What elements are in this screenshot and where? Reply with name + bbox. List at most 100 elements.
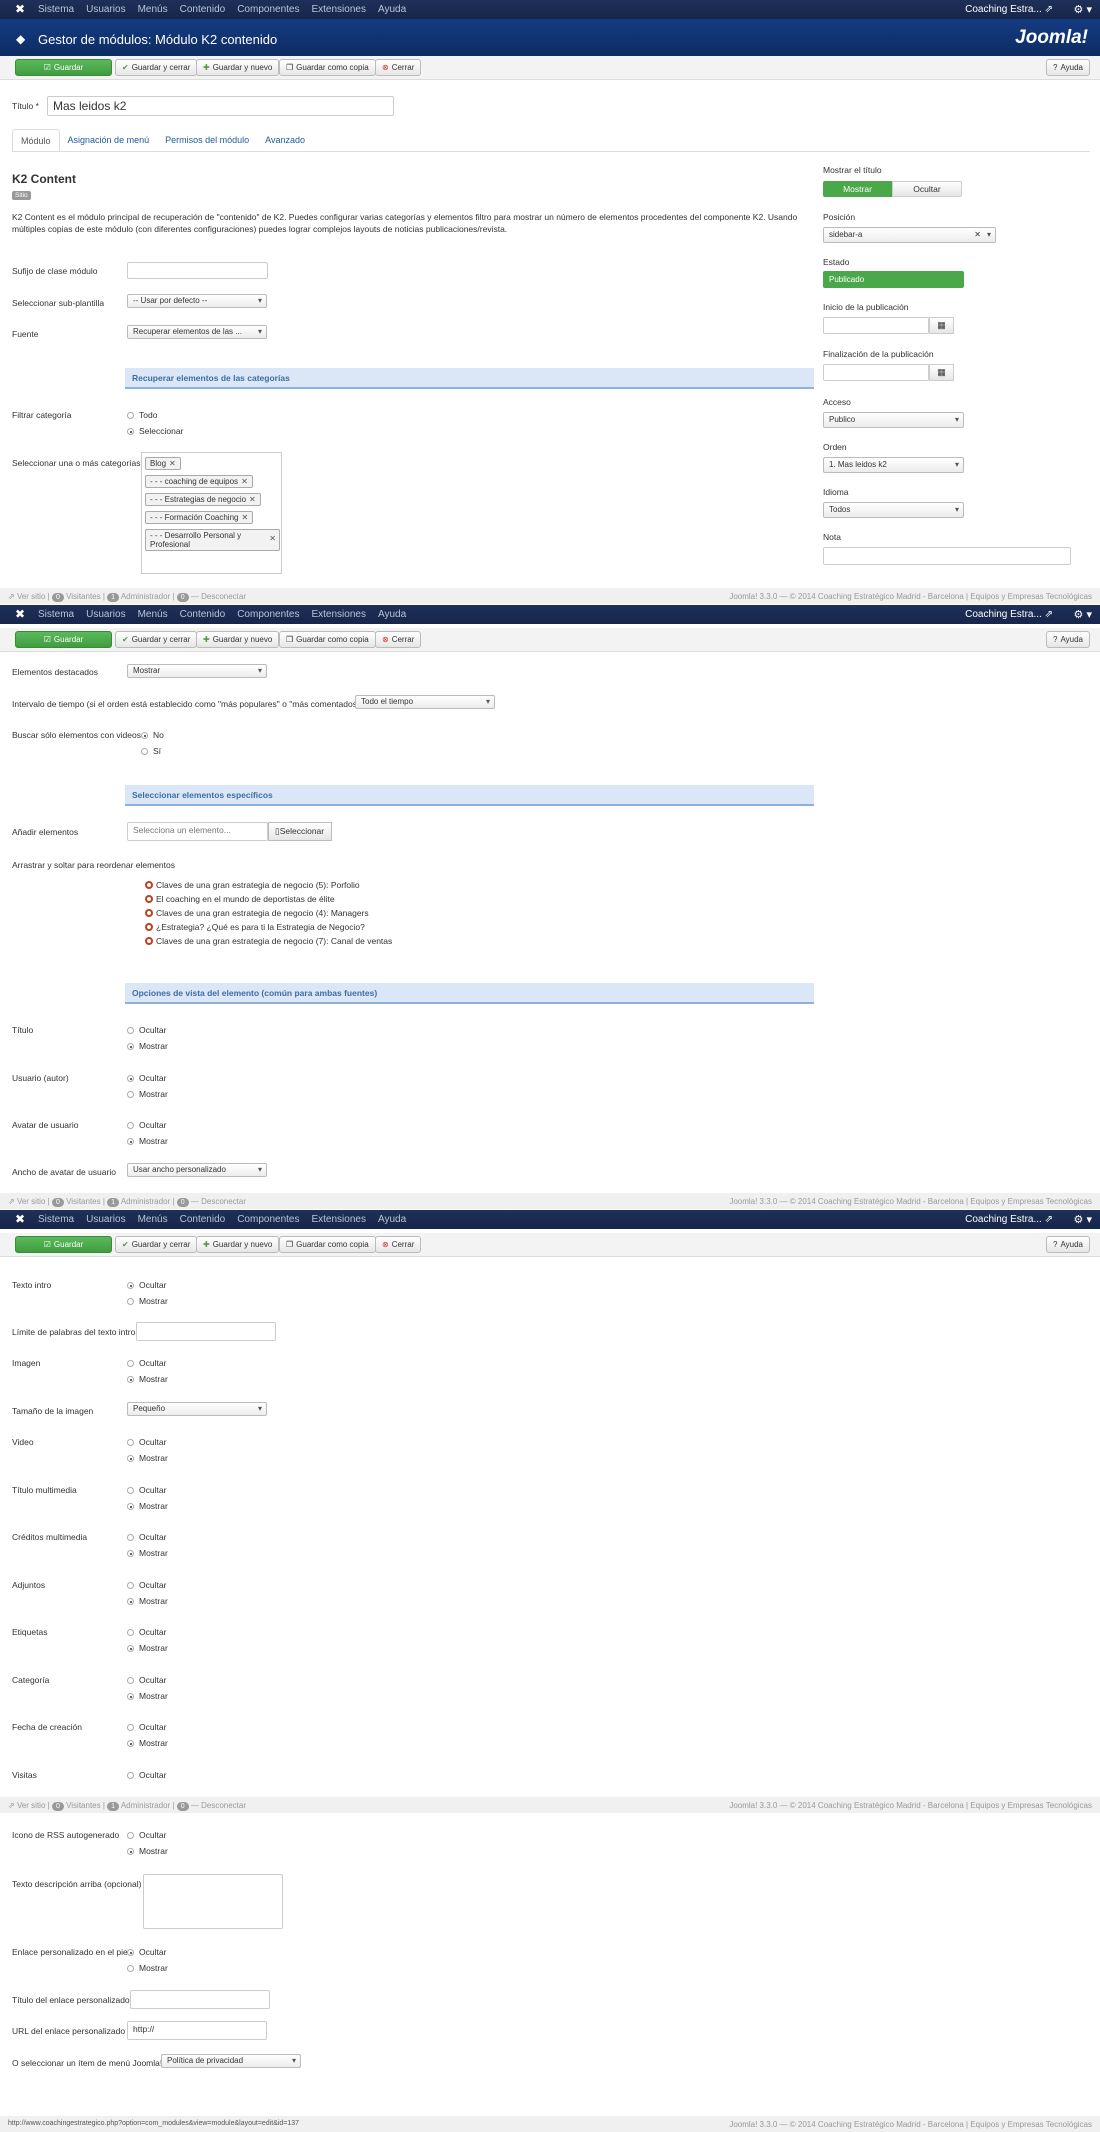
category-tag[interactable]: - - - Desarrollo Personal y Profesional ✕ [145,529,280,551]
category-tag[interactable]: - - - coaching de equipos ✕ [145,475,253,488]
view-site-link[interactable]: ⇗ Ver sitio [8,1197,45,1206]
menu-ayuda[interactable]: Ayuda [378,609,406,620]
joomla-icon[interactable]: ✖ [15,608,27,620]
menu-sistema[interactable]: Sistema [38,609,74,620]
save-new-button[interactable]: ✚ Guardar y nuevo [196,631,280,648]
sortable-item[interactable]: El coaching en el mundo de deportistas d… [145,894,335,904]
clear-icon[interactable]: ✕ [974,228,981,242]
attachments-show-radio[interactable]: Mostrar [127,1596,168,1606]
menu-componentes[interactable]: Componentes [237,4,299,15]
menu-extensiones[interactable]: Extensiones [311,1214,365,1225]
video-show-radio[interactable]: Mostrar [127,1453,168,1463]
tags-show-radio[interactable]: Mostrar [127,1643,168,1653]
title-input[interactable]: Mas leidos k2 [47,96,394,116]
save-button[interactable]: ☑ Guardar [15,59,112,76]
sortable-item[interactable]: Claves de una gran estrategia de negocio… [145,908,369,918]
menu-sistema[interactable]: Sistema [38,4,74,15]
videos-yes-radio[interactable]: Sí [141,746,161,756]
logout-link[interactable]: Desconectar [201,1197,246,1206]
user-hide-radio[interactable]: Ocultar [127,1073,166,1083]
remove-icon[interactable]: ✕ [241,513,248,522]
link-url-input[interactable]: http:// [127,2021,267,2040]
avatar-hide-radio[interactable]: Ocultar [127,1120,166,1130]
save-button[interactable]: ☑ Guardar [15,1236,112,1253]
start-date-input[interactable] [823,317,929,334]
image-hide-radio[interactable]: Ocultar [127,1358,166,1368]
menu-menus[interactable]: Menús [138,1214,168,1225]
remove-item-icon[interactable] [145,881,153,889]
save-new-button[interactable]: ✚ Guardar y nuevo [196,59,280,76]
order-select[interactable]: 1. Mas leidos k2 [823,457,964,473]
help-button[interactable]: ? Ayuda [1046,59,1090,76]
save-copy-button[interactable]: ❐ Guardar como copia [279,631,376,648]
attachments-hide-radio[interactable]: Ocultar [127,1580,166,1590]
add-items-input[interactable]: Selecciona un elemento... [127,822,268,841]
remove-icon[interactable]: ✕ [169,459,176,468]
image-size-select[interactable]: Pequeño [127,1402,267,1416]
select-item-button[interactable]: ▯Seleccionar [268,822,332,841]
tab-avanzado[interactable]: Avanzado [257,129,313,152]
rss-show-radio[interactable]: Mostrar [127,1846,168,1856]
filter-select-radio[interactable]: Seleccionar [127,426,183,436]
source-select[interactable]: Recuperar elementos de las ... [127,325,267,339]
menu-extensiones[interactable]: Extensiones [311,4,365,15]
link-title-input[interactable] [130,1990,270,2009]
media-title-hide-radio[interactable]: Ocultar [127,1485,166,1495]
save-button[interactable]: ☑ Guardar [15,631,112,648]
menu-usuarios[interactable]: Usuarios [86,1214,125,1225]
subtemplate-select[interactable]: -- Usar por defecto -- [127,294,267,308]
user-show-radio[interactable]: Mostrar [127,1089,168,1099]
gear-icon[interactable]: ⚙ ▾ [1074,1213,1092,1226]
menu-componentes[interactable]: Componentes [237,1214,299,1225]
filter-all-radio[interactable]: Todo [127,410,157,420]
view-site-link[interactable]: ⇗ Ver sitio [8,592,45,601]
category-show-radio[interactable]: Mostrar [127,1691,168,1701]
save-close-button[interactable]: ✔ Guardar y cerrar [115,59,198,76]
gear-icon[interactable]: ⚙ ▾ [1074,3,1092,16]
visits-hide-radio[interactable]: Ocultar [127,1770,166,1780]
remove-icon[interactable]: ✕ [241,477,248,486]
menu-sistema[interactable]: Sistema [38,1214,74,1225]
close-button[interactable]: ⊗ Cerrar [375,631,422,648]
end-date-input[interactable] [823,364,929,381]
calendar-icon[interactable]: ▦ [929,317,954,334]
intro-show-radio[interactable]: Mostrar [127,1296,168,1306]
save-new-button[interactable]: ✚ Guardar y nuevo [196,1236,280,1253]
save-close-button[interactable]: ✔ Guardar y cerrar [115,631,198,648]
footer-link-hide-radio[interactable]: Ocultar [127,1947,166,1957]
site-name-link[interactable]: Coaching Estra... [965,4,1042,15]
show-title-on-button[interactable]: Mostrar [823,181,892,197]
sortable-item[interactable]: ¿Estrategia? ¿Qué es para ti la Estrateg… [145,922,365,932]
video-hide-radio[interactable]: Ocultar [127,1437,166,1447]
category-hide-radio[interactable]: Ocultar [127,1675,166,1685]
save-copy-button[interactable]: ❐ Guardar como copia [279,59,376,76]
tags-hide-radio[interactable]: Ocultar [127,1627,166,1637]
title-show-radio[interactable]: Mostrar [127,1041,168,1051]
interval-select[interactable]: Todo el tiempo [355,695,495,709]
save-close-button[interactable]: ✔ Guardar y cerrar [115,1236,198,1253]
intro-hide-radio[interactable]: Ocultar [127,1280,166,1290]
avatar-show-radio[interactable]: Mostrar [127,1136,168,1146]
avatar-width-select[interactable]: Usar ancho personalizado [127,1163,267,1177]
status-select[interactable]: Publicado [823,271,964,288]
position-select[interactable]: sidebar-a ✕ [823,227,996,243]
created-show-radio[interactable]: Mostrar [127,1738,168,1748]
menu-item-select[interactable]: Política de privacidad [161,2054,301,2068]
menu-menus[interactable]: Menús [138,609,168,620]
footer-link-show-radio[interactable]: Mostrar [127,1963,168,1973]
gear-icon[interactable]: ⚙ ▾ [1074,608,1092,621]
view-site-link[interactable]: ⇗ Ver sitio [8,1801,45,1810]
menu-usuarios[interactable]: Usuarios [86,609,125,620]
site-name-link[interactable]: Coaching Estra... [965,609,1042,620]
remove-item-icon[interactable] [145,895,153,903]
logout-link[interactable]: Desconectar [201,592,246,601]
category-tag[interactable]: - - - Formación Coaching ✕ [145,511,254,524]
remove-icon[interactable]: ✕ [269,534,276,543]
title-hide-radio[interactable]: Ocultar [127,1025,166,1035]
tab-asignacion[interactable]: Asignación de menú [60,129,158,152]
logout-link[interactable]: Desconectar [201,1801,246,1810]
menu-contenido[interactable]: Contenido [180,4,226,15]
menu-ayuda[interactable]: Ayuda [378,1214,406,1225]
category-tag[interactable]: Blog ✕ [145,457,181,470]
menu-menus[interactable]: Menús [138,4,168,15]
